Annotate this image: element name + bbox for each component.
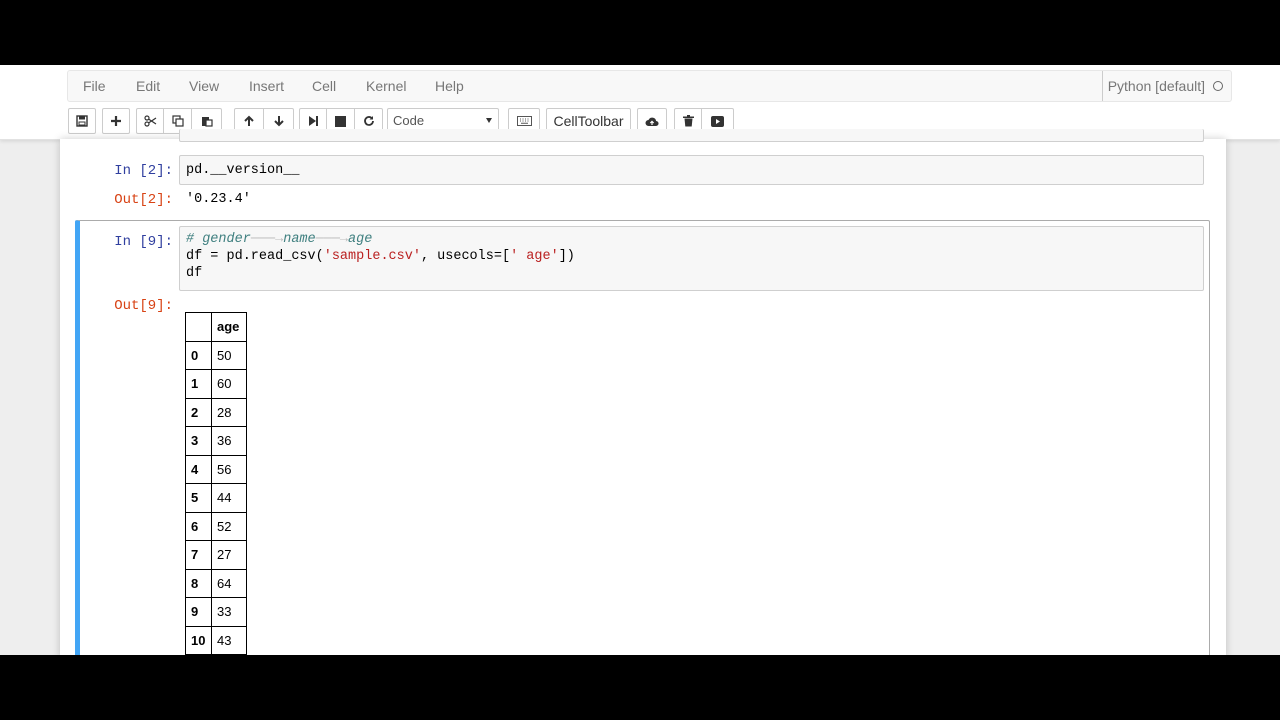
row-index: 1 <box>185 369 212 399</box>
arrow-down-icon <box>273 115 285 127</box>
stop-icon <box>335 115 346 127</box>
code-text: df = pd.read_csv( <box>186 249 324 264</box>
cell-age: 52 <box>211 511 247 541</box>
cell-age: 50 <box>211 340 247 370</box>
refresh-icon <box>363 115 375 127</box>
cell-age: 56 <box>211 454 247 484</box>
row-index: 8 <box>185 568 212 598</box>
copy-icon <box>171 115 184 127</box>
column-header-age: age <box>211 312 247 342</box>
row-index: 6 <box>185 511 212 541</box>
in-prompt-2: In [2]: <box>114 163 173 179</box>
arrow-up-icon <box>243 115 255 127</box>
code-text: df <box>186 266 203 281</box>
keyboard-icon <box>516 116 532 126</box>
table-row: 0 50 <box>185 340 247 370</box>
table-header-row: age <box>185 312 247 342</box>
save-icon <box>76 115 88 127</box>
code-line: pd.__version__ <box>186 163 300 178</box>
save-button[interactable] <box>68 108 96 134</box>
chevron-down-icon <box>486 118 492 123</box>
table-row: 2 28 <box>185 397 247 427</box>
menu-help[interactable]: Help <box>435 71 464 101</box>
table-row: 5 44 <box>185 483 247 513</box>
code-text: ]) <box>558 249 575 264</box>
cell-age: 36 <box>211 426 247 456</box>
cell-age: 33 <box>211 597 247 627</box>
output-text-2: '0.23.4' <box>186 192 251 207</box>
row-index: 0 <box>185 340 212 370</box>
cell-age: 64 <box>211 568 247 598</box>
cut-button[interactable] <box>136 108 164 134</box>
table-row: 6 52 <box>185 511 247 541</box>
cell-age: 60 <box>211 369 247 399</box>
table-row: 7 27 <box>185 540 247 570</box>
tab-marker: ───→ <box>315 232 349 247</box>
kernel-name: Python [default] <box>1107 78 1205 94</box>
string-literal: ' age' <box>510 249 559 264</box>
comment-name: name <box>283 232 316 247</box>
cell-type-value: Code <box>393 113 425 128</box>
in-prompt-9: In [9]: <box>114 234 173 250</box>
table-row: 4 56 <box>185 454 247 484</box>
table-row: 8 64 <box>185 568 247 598</box>
index-header <box>185 312 212 342</box>
cloud-upload-icon <box>645 116 659 127</box>
row-index: 9 <box>185 597 212 627</box>
row-index: 3 <box>185 426 212 456</box>
cell-age: 44 <box>211 483 247 513</box>
table-row: 1 60 <box>185 369 247 399</box>
table-row: 10 43 <box>185 625 247 655</box>
cell-age: 43 <box>211 625 247 655</box>
out-prompt-9: Out[9]: <box>114 298 173 314</box>
string-literal: 'sample.csv' <box>323 249 421 264</box>
dataframe-table: age 0 50 1 60 2 28 3 36 4 56 5 44 6 52 7 27 8 64 … <box>185 312 247 655</box>
cell-age: 27 <box>211 540 247 570</box>
kernel-idle-icon <box>1213 81 1223 92</box>
out-prompt-2: Out[2]: <box>114 192 173 208</box>
row-index: 2 <box>185 397 212 427</box>
menubar: File Edit View Insert Cell Kernel Help P… <box>67 70 1232 102</box>
kernel-indicator[interactable]: Python [default] <box>1101 71 1223 101</box>
table-row: 3 36 <box>185 426 247 456</box>
notebook-container: In [2]: pd.__version__ Out[2]: '0.23.4' … <box>60 129 1226 655</box>
cell-age: 28 <box>211 397 247 427</box>
row-index: 10 <box>185 625 212 655</box>
step-forward-icon <box>307 115 319 127</box>
menu-cell[interactable]: Cell <box>312 71 336 101</box>
menu-view[interactable]: View <box>189 71 219 101</box>
comment-gender: # gender <box>186 232 251 247</box>
menu-edit[interactable]: Edit <box>136 71 160 101</box>
scissors-icon <box>143 115 157 127</box>
paste-icon <box>201 115 213 127</box>
row-index: 4 <box>185 454 212 484</box>
jupyter-screen: File Edit View Insert Cell Kernel Help P… <box>0 65 1280 655</box>
code-cell-2-input[interactable]: pd.__version__ <box>179 155 1204 185</box>
table-row: 9 33 <box>185 597 247 627</box>
menu-file[interactable]: File <box>83 71 106 101</box>
menu-kernel[interactable]: Kernel <box>366 71 406 101</box>
tab-marker: ───→ <box>250 232 284 247</box>
code-cell-9-input[interactable]: # gender───→name───→age df = pd.read_csv… <box>179 226 1204 291</box>
plus-icon <box>110 115 122 127</box>
code-text: , usecols=[ <box>420 249 511 264</box>
play-icon <box>711 115 724 127</box>
insert-cell-button[interactable] <box>102 108 130 134</box>
trash-icon <box>682 115 694 127</box>
menu-insert[interactable]: Insert <box>249 71 284 101</box>
row-index: 5 <box>185 483 212 513</box>
row-index: 7 <box>185 540 212 570</box>
comment-age: age <box>348 232 373 247</box>
previous-cell-input[interactable] <box>179 129 1204 142</box>
